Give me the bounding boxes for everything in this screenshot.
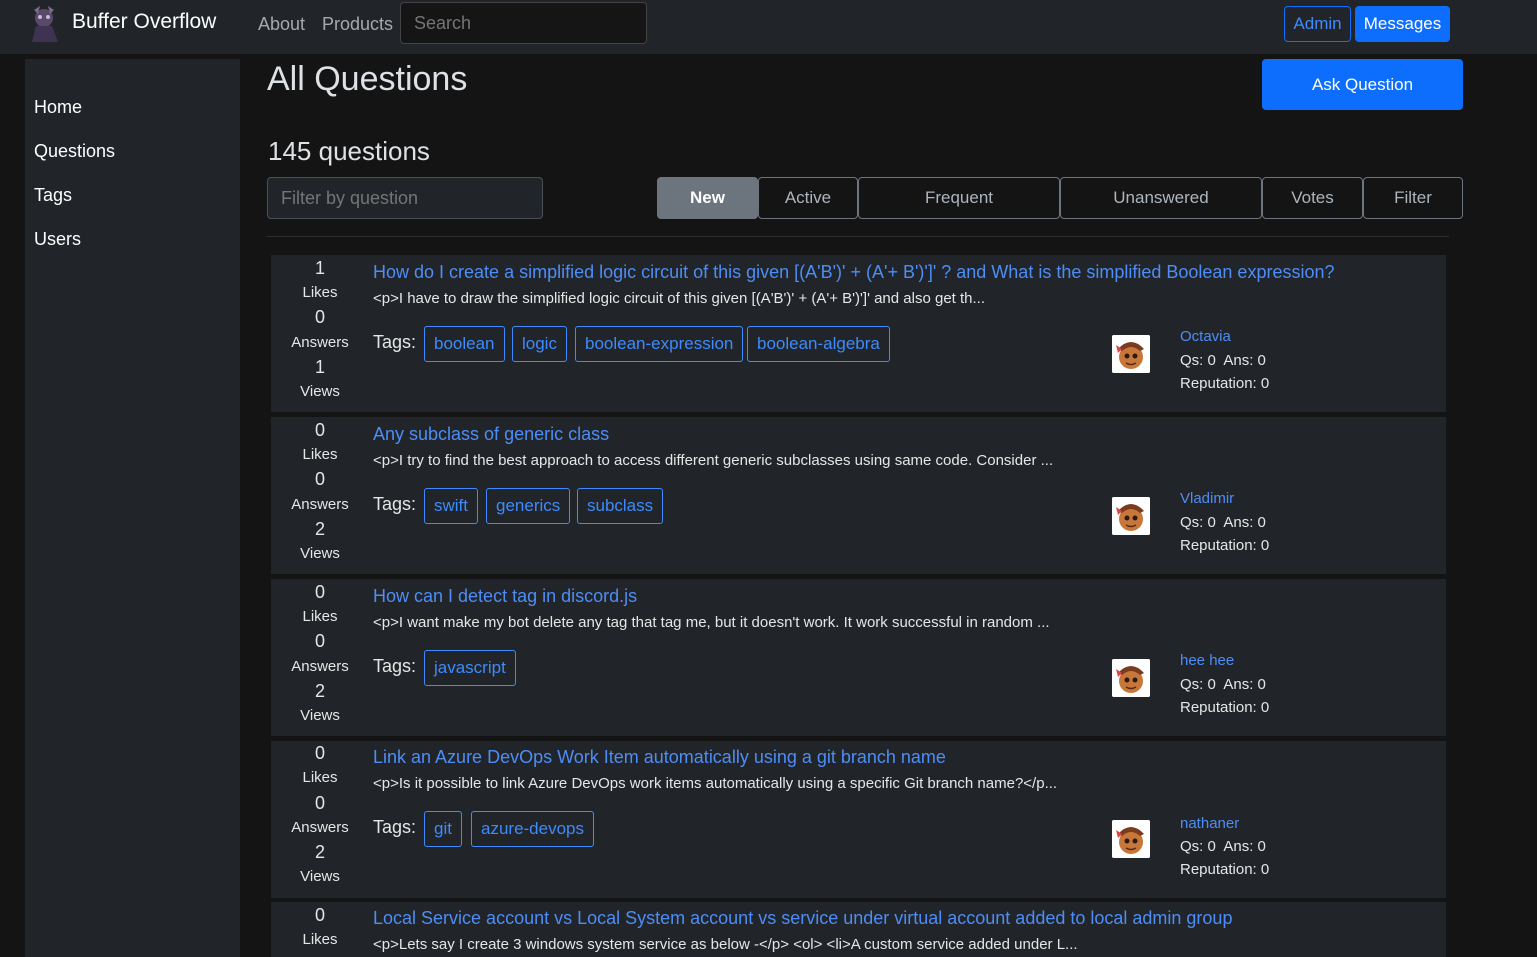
question-title-link[interactable]: Any subclass of generic class [373, 424, 609, 445]
tag-logic[interactable]: logic [512, 326, 567, 362]
question-title-link[interactable]: How do I create a simplified logic circu… [373, 262, 1335, 283]
tab-active[interactable]: Active [758, 177, 858, 219]
question-title-link[interactable]: Link an Azure DevOps Work Item automatic… [373, 747, 946, 768]
question-excerpt: <p>I try to find the best approach to ac… [373, 452, 1054, 469]
tab-new[interactable]: New [657, 177, 758, 219]
navbar: Buffer Overflow About Products Admin Mes… [0, 0, 1537, 54]
tag-swift[interactable]: swift [424, 488, 478, 524]
likes-count: 0 [314, 905, 325, 925]
filter-question-input[interactable] [267, 177, 543, 219]
views-label: Views [300, 545, 340, 562]
likes-label: Likes [302, 446, 338, 463]
tag-boolean[interactable]: boolean [424, 326, 505, 362]
answers-label: Answers [291, 496, 349, 513]
sidebar-item-users[interactable]: Users [34, 229, 81, 250]
author-reputation: Reputation: 0 [1180, 861, 1270, 878]
answers-count: 0 [314, 793, 325, 813]
sidebar-item-tags[interactable]: Tags [34, 185, 72, 206]
author-reputation: Reputation: 0 [1180, 375, 1270, 392]
tag-javascript[interactable]: javascript [424, 650, 516, 686]
tags-label: Tags: [373, 494, 417, 514]
author-stats: Qs: 0 Ans: 0 [1180, 514, 1266, 531]
ask-question-button[interactable]: Ask Question [1262, 59, 1463, 110]
likes-label: Likes [302, 931, 338, 948]
search-input[interactable] [400, 2, 647, 44]
views-count: 2 [314, 519, 325, 539]
views-count: 1 [314, 357, 325, 377]
answers-label: Answers [291, 658, 349, 675]
question-excerpt: <p>I have to draw the simplified logic c… [373, 290, 986, 307]
tab-filter[interactable]: Filter [1363, 177, 1463, 219]
author-stats: Qs: 0 Ans: 0 [1180, 352, 1266, 369]
question-title-link[interactable]: How can I detect tag in discord.js [373, 586, 637, 607]
answers-count: 0 [314, 469, 325, 489]
likes-count: 0 [314, 420, 325, 440]
answers-count: 0 [314, 307, 325, 327]
divider [267, 236, 1449, 237]
views-count: 2 [314, 681, 325, 701]
likes-count: 0 [314, 743, 325, 763]
question-count: 145 questions [268, 136, 430, 166]
author-stats: Qs: 0 Ans: 0 [1180, 676, 1266, 693]
views-label: Views [300, 707, 340, 724]
question-card: 1 Likes 0 Answers 1 Views How do I creat… [271, 255, 1446, 412]
admin-button[interactable]: Admin [1284, 6, 1351, 42]
views-label: Views [300, 868, 340, 885]
sidebar: Home Questions Tags Users [25, 59, 240, 957]
author-reputation: Reputation: 0 [1180, 699, 1270, 716]
question-excerpt: <p>Lets say I create 3 windows system se… [373, 936, 1078, 953]
author-avatar[interactable] [1112, 820, 1150, 858]
nav-link-about[interactable]: About [258, 14, 305, 35]
nav-link-products[interactable]: Products [322, 14, 393, 35]
tab-votes[interactable]: Votes [1262, 177, 1363, 219]
answers-label: Answers [291, 334, 349, 351]
author-name-link[interactable]: Octavia [1180, 328, 1231, 345]
sidebar-item-questions[interactable]: Questions [34, 141, 115, 162]
likes-label: Likes [302, 284, 338, 301]
tag-generics[interactable]: generics [486, 488, 571, 524]
likes-count: 1 [314, 258, 325, 278]
messages-button[interactable]: Messages [1355, 6, 1450, 42]
author-name-link[interactable]: hee hee [1180, 652, 1234, 669]
tag-azure-devops[interactable]: azure-devops [471, 811, 595, 847]
question-card: 0 Likes Local Service account vs Local S… [271, 902, 1446, 957]
question-excerpt: <p>Is it possible to link Azure DevOps w… [373, 775, 1058, 792]
tab-unanswered[interactable]: Unanswered [1060, 177, 1262, 219]
tags-label: Tags: [373, 332, 417, 352]
likes-label: Likes [302, 608, 338, 625]
question-excerpt: <p>I want make my bot delete any tag tha… [373, 614, 1050, 631]
tab-frequent[interactable]: Frequent [858, 177, 1060, 219]
sidebar-item-home[interactable]: Home [34, 97, 82, 118]
author-name-link[interactable]: nathaner [1180, 815, 1239, 832]
question-title-link[interactable]: Local Service account vs Local System ac… [373, 908, 1232, 929]
author-reputation: Reputation: 0 [1180, 537, 1270, 554]
views-count: 2 [314, 842, 325, 862]
likes-label: Likes [302, 769, 338, 786]
author-avatar[interactable] [1112, 497, 1150, 535]
question-card: 0 Likes 0 Answers 2 Views How can I dete… [271, 579, 1446, 736]
page-title: All Questions [267, 60, 468, 98]
author-avatar[interactable] [1112, 659, 1150, 697]
tag-git[interactable]: git [424, 811, 462, 847]
brand-logo-icon[interactable] [26, 4, 64, 44]
tag-boolean-algebra[interactable]: boolean-algebra [747, 326, 890, 362]
question-card: 0 Likes 0 Answers 2 Views Any subclass o… [271, 417, 1446, 574]
tags-label: Tags: [373, 817, 417, 837]
tag-boolean-expression[interactable]: boolean-expression [575, 326, 744, 362]
question-card: 0 Likes 0 Answers 2 Views Link an Azure … [271, 741, 1446, 898]
tags-label: Tags: [373, 656, 417, 676]
answers-label: Answers [291, 819, 349, 836]
brand-name[interactable]: Buffer Overflow [72, 10, 216, 34]
likes-count: 0 [314, 582, 325, 602]
author-name-link[interactable]: Vladimir [1180, 490, 1234, 507]
author-avatar[interactable] [1112, 335, 1150, 373]
views-label: Views [300, 383, 340, 400]
answers-count: 0 [314, 631, 325, 651]
author-stats: Qs: 0 Ans: 0 [1180, 838, 1266, 855]
tag-subclass[interactable]: subclass [577, 488, 664, 524]
